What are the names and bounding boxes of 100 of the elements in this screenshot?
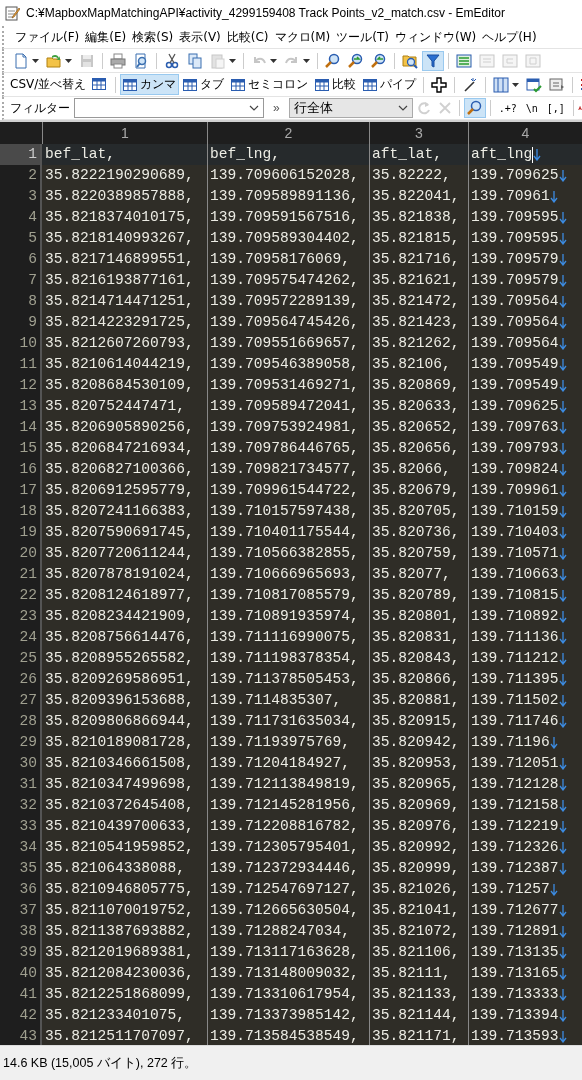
table-icon (92, 76, 109, 93)
table-cell-text: 139.712219 (471, 817, 559, 836)
clipboard-icon (210, 52, 226, 69)
table-cell-text: 139.712158 (471, 796, 559, 815)
table-cell-text: 139.710401175544, (210, 523, 359, 542)
filter-field[interactable] (74, 98, 264, 118)
table-cell-text: 139.713394 (471, 1006, 559, 1025)
delimiter-button[interactable]: タブ (180, 74, 228, 95)
table-cell-text: 139.71288247034, (210, 922, 351, 941)
table-cell-text: 35.820633, (372, 397, 460, 416)
more-button[interactable]: » (265, 101, 288, 115)
option-button[interactable]: .+? (494, 102, 521, 114)
table-cell-text: 35.8212251868099, (45, 985, 194, 1004)
table-cell-text: bef_lng, (210, 145, 281, 164)
table-cell-text: 139.709564 (471, 334, 559, 353)
scope-dropdown[interactable]: 行全体 (288, 98, 413, 118)
menu-item[interactable]: 比較(C) (223, 26, 272, 48)
newline-arrow-icon (558, 631, 567, 644)
delimiter-button[interactable]: パイプ (360, 74, 420, 95)
columns-icon (493, 76, 510, 93)
line-number: 1 (0, 144, 42, 165)
newline-arrow-icon (533, 148, 542, 161)
table-cell-text: 35.8210439700633, (45, 817, 194, 836)
line-number: 23 (0, 606, 42, 627)
newline-arrow-icon (558, 988, 567, 1001)
table-cell-text: 35.821621, (372, 271, 460, 290)
table-cell-text: 35.820736, (372, 523, 460, 542)
newline-arrow-icon (558, 820, 567, 833)
table-cell-text: 35.820831, (372, 628, 460, 647)
line-number: 9 (0, 312, 42, 333)
menu-item[interactable]: ヘルプ(H) (479, 26, 540, 48)
filter-button[interactable] (422, 50, 444, 71)
close-icon (437, 101, 452, 115)
newline-arrow-icon (558, 526, 567, 539)
menu-item[interactable]: 表示(V) (176, 26, 224, 48)
line-number: 40 (0, 963, 42, 984)
table-cell-text: 35.820705, (372, 502, 460, 521)
table-cell-text: 139.71204184927, (210, 754, 351, 773)
table-cell-text: 139.710157597438, (210, 502, 359, 521)
table-cell-text: 35.8214714471251, (45, 292, 194, 311)
newline-arrow-icon (558, 715, 567, 728)
table-cell-text: 35.8216193877161, (45, 271, 194, 290)
table-cell-text: 35.8210189081728, (45, 733, 194, 752)
toolbar-label: CSV/並べ替え (10, 76, 87, 93)
table-cell-text: 139.709549 (471, 355, 559, 374)
table-cell-text: 35.8210946805775, (45, 880, 194, 899)
line-number: 37 (0, 900, 42, 921)
table-cell-text: 35.8210347499698, (45, 775, 194, 794)
table-cell-text: 139.713584538549, (210, 1027, 359, 1045)
table-cell-text: 139.70958176069, (210, 250, 351, 269)
table-cell-text: 35.821838, (372, 208, 460, 227)
delimiter-button[interactable]: 比較 (312, 74, 360, 95)
search-button[interactable] (463, 98, 486, 118)
line-number: 41 (0, 984, 42, 1005)
filter-icon (425, 52, 441, 69)
table-cell-text: 139.710566382855, (210, 544, 359, 563)
newline-arrow-icon (558, 904, 567, 917)
option-button[interactable]: \n (521, 102, 542, 114)
menu-item[interactable]: マクロ(M) (271, 26, 334, 48)
table-cell-text: 139.712208816782, (210, 817, 359, 836)
delimiter-button[interactable]: カンマ (120, 74, 180, 95)
newline-arrow-icon (558, 1009, 567, 1022)
table-cell-text: 35.82077, (372, 565, 451, 584)
line-number: 29 (0, 732, 42, 753)
menu-item[interactable]: 編集(E) (82, 26, 130, 48)
newline-arrow-icon (558, 967, 567, 980)
newline-arrow-icon (558, 568, 567, 581)
table-cell-text: 139.71257 (471, 880, 550, 899)
printer-button[interactable] (107, 50, 129, 71)
table-cell-text: 139.712387 (471, 859, 559, 878)
line-number: 2 (0, 165, 42, 186)
table-cell-text: 139.712677 (471, 901, 559, 920)
table-icon (183, 77, 198, 92)
table-cell-text: 139.709564745426, (210, 313, 359, 332)
menu-item[interactable]: ファイル(F) (12, 26, 83, 48)
menu-item[interactable]: 検索(S) (129, 26, 177, 48)
table-cell-text: 35.8208955265582, (45, 649, 194, 668)
menu-item[interactable]: ウィンドウ(W) (391, 26, 480, 48)
table-cell-text: 35.820869, (372, 376, 460, 395)
newline-arrow-icon (558, 316, 567, 329)
menu-item[interactable]: ツール(T) (333, 26, 392, 48)
table-cell-text: 139.710817085579, (210, 586, 359, 605)
caret-icon (229, 58, 236, 63)
option-button[interactable]: [,] (542, 102, 569, 114)
line-number: 14 (0, 417, 42, 438)
table-cell-text: 35.820789, (372, 586, 460, 605)
table-cell-text: 35.821106, (372, 943, 460, 962)
table-cell-text: 35.820652, (372, 418, 460, 437)
newline-arrow-icon (558, 295, 567, 308)
table-cell-text: 139.709625 (471, 166, 559, 185)
delimiter-button[interactable]: セミコロン (228, 74, 312, 95)
filter-label: フィルター (10, 99, 70, 117)
table-cell-text: 139.711136 (471, 628, 559, 647)
table-cell-text: 35.8209269586951, (45, 670, 194, 689)
status-text: 14.6 KB (15,005 バイト), 272 行。 (3, 1054, 198, 1072)
line-number: 38 (0, 921, 42, 942)
line-number: 11 (0, 354, 42, 375)
table-cell-text: 139.712305795401, (210, 838, 359, 857)
table-cell-text: 35.821716, (372, 250, 460, 269)
line-number: 8 (0, 291, 42, 312)
